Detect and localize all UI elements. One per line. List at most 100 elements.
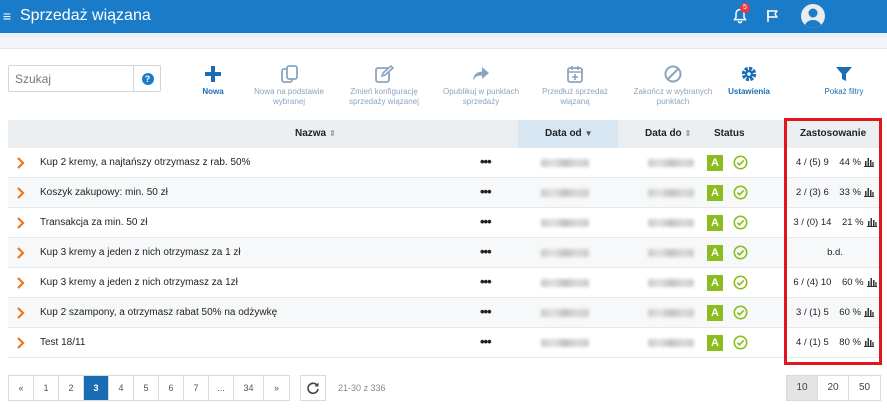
- date-from-redacted: [541, 219, 589, 227]
- chevron-right-icon[interactable]: [16, 277, 26, 289]
- more-actions-icon[interactable]: •••: [480, 328, 492, 356]
- show-filters-button[interactable]: Pokaż filtry: [816, 64, 872, 97]
- refresh-button[interactable]: [300, 375, 326, 401]
- publish-button[interactable]: Opublikuj w punktach sprzedaży: [440, 64, 522, 107]
- table-row[interactable]: Kup 2 kremy, a najtańszy otrzymasz z rab…: [8, 148, 881, 178]
- date-from-redacted: [541, 159, 589, 167]
- settings-button[interactable]: Ustawienia: [726, 64, 772, 97]
- date-to-redacted: [648, 249, 694, 257]
- page-size-selector: 10 20 50: [786, 375, 881, 401]
- top-bar: ≡ Sprzedaż wiązana 5: [0, 0, 887, 33]
- pagination-page[interactable]: 5: [134, 376, 159, 400]
- pagination-page[interactable]: 3: [84, 376, 109, 400]
- menu-icon[interactable]: ≡: [0, 8, 14, 24]
- more-actions-icon[interactable]: •••: [480, 148, 492, 176]
- pagination-page[interactable]: 7: [184, 376, 209, 400]
- new-from-selected-button[interactable]: Nowa na podstawie wybranej: [250, 64, 328, 107]
- row-name: Transakcja za min. 50 zł: [40, 217, 148, 228]
- date-to-redacted: [648, 309, 694, 317]
- bar-chart-icon[interactable]: [863, 337, 874, 348]
- usage-value: 4 / (5) 9 44 %: [790, 148, 880, 178]
- flag-icon[interactable]: [766, 9, 780, 23]
- check-circle-icon: [733, 155, 748, 170]
- bar-chart-icon[interactable]: [866, 217, 877, 228]
- chevron-right-icon[interactable]: [16, 247, 26, 259]
- usage-value: b.d.: [827, 247, 843, 258]
- search-help-button[interactable]: ?: [133, 66, 161, 91]
- check-circle-icon: [733, 305, 748, 320]
- page-size-option[interactable]: 50: [849, 376, 880, 400]
- more-actions-icon[interactable]: •••: [480, 268, 492, 296]
- column-usage[interactable]: Zastosowanie: [800, 120, 866, 148]
- bar-chart-icon[interactable]: [863, 157, 874, 168]
- gear-icon: [741, 66, 757, 82]
- help-icon: ?: [141, 72, 154, 85]
- bar-chart-icon[interactable]: [866, 277, 877, 288]
- pagination-next[interactable]: »: [264, 376, 289, 400]
- date-from-redacted: [541, 189, 589, 197]
- edit-icon: [375, 64, 394, 83]
- extend-button[interactable]: Przedłuż sprzedaż wiązaną: [537, 64, 613, 107]
- column-date-to[interactable]: Data do ⇕: [645, 120, 691, 148]
- status-badge: A: [707, 185, 723, 201]
- status-badge: A: [707, 215, 723, 231]
- page-size-option[interactable]: 10: [787, 376, 818, 400]
- check-circle-icon: [733, 275, 748, 290]
- calendar-plus-icon: [567, 66, 583, 83]
- copy-icon: [281, 65, 298, 83]
- bar-chart-icon[interactable]: [863, 307, 874, 318]
- ban-icon: [664, 65, 682, 83]
- more-actions-icon[interactable]: •••: [480, 298, 492, 326]
- chevron-right-icon[interactable]: [16, 337, 26, 349]
- results-range: 21-30 z 336: [338, 383, 386, 393]
- table-header: Nazwa ⇕ Data od ▼ Data do ⇕ Status Zastosow…: [8, 120, 881, 148]
- status-badge: A: [707, 305, 723, 321]
- pagination-page[interactable]: 1: [34, 376, 59, 400]
- usage-value: 3 / (1) 5 60 %: [790, 298, 880, 328]
- date-to-redacted: [648, 189, 694, 197]
- column-name[interactable]: Nazwa ⇕: [295, 120, 336, 148]
- chevron-right-icon[interactable]: [16, 157, 26, 169]
- table-row[interactable]: Transakcja za min. 50 zł ••• A 3 / (0) 14 2…: [8, 208, 881, 238]
- more-actions-icon[interactable]: •••: [480, 178, 492, 206]
- chevron-right-icon[interactable]: [16, 187, 26, 199]
- usage-value: 6 / (4) 10 60 %: [790, 268, 880, 298]
- table-row[interactable]: Test 18/11 ••• A 4 / (1) 5 80 %: [8, 328, 881, 358]
- date-to-redacted: [648, 339, 694, 347]
- status-badge: A: [707, 335, 723, 351]
- end-in-points-button[interactable]: Zakończ w wybranych punktach: [630, 64, 716, 107]
- bar-chart-icon[interactable]: [863, 187, 874, 198]
- pagination-page[interactable]: 34: [234, 376, 264, 400]
- table-row[interactable]: Kup 3 kremy a jeden z nich otrzymasz za …: [8, 238, 881, 268]
- pagination-page[interactable]: 4: [109, 376, 134, 400]
- chevron-right-icon[interactable]: [16, 217, 26, 229]
- row-name: Kup 3 kremy a jeden z nich otrzymasz za …: [40, 277, 238, 288]
- avatar[interactable]: [801, 4, 825, 28]
- row-name: Kup 2 kremy, a najtańszy otrzymasz z rab…: [40, 157, 251, 168]
- more-actions-icon[interactable]: •••: [480, 238, 492, 266]
- pagination-prev[interactable]: «: [9, 376, 34, 400]
- more-actions-icon[interactable]: •••: [480, 208, 492, 236]
- table-row[interactable]: Kup 2 szampony, a otrzymasz rabat 50% na…: [8, 298, 881, 328]
- table-row[interactable]: Koszyk zakupowy: min. 50 zł ••• A 2 / (3) 6…: [8, 178, 881, 208]
- table-row[interactable]: Kup 3 kremy a jeden z nich otrzymasz za …: [8, 268, 881, 298]
- search-input[interactable]: [9, 66, 133, 91]
- usage-value: 2 / (3) 6 33 %: [790, 178, 880, 208]
- user-icon: [804, 8, 822, 28]
- change-config-button[interactable]: Zmień konfigurację sprzedaży wiązanej: [343, 64, 425, 107]
- date-from-redacted: [541, 249, 589, 257]
- new-button[interactable]: Nowa: [190, 64, 236, 97]
- column-date-from[interactable]: Data od ▼: [545, 120, 593, 148]
- pagination-page[interactable]: ...: [209, 376, 234, 400]
- column-status[interactable]: Status: [714, 120, 745, 148]
- share-icon: [473, 67, 489, 81]
- page-size-option[interactable]: 20: [818, 376, 849, 400]
- pagination-page[interactable]: 2: [59, 376, 84, 400]
- row-name: Koszyk zakupowy: min. 50 zł: [40, 187, 168, 198]
- chevron-right-icon[interactable]: [16, 307, 26, 319]
- pagination-page[interactable]: 6: [159, 376, 184, 400]
- plus-icon: [205, 66, 221, 82]
- check-circle-icon: [733, 215, 748, 230]
- status-badge: A: [707, 245, 723, 261]
- sort-icon: ⇕: [684, 129, 692, 138]
